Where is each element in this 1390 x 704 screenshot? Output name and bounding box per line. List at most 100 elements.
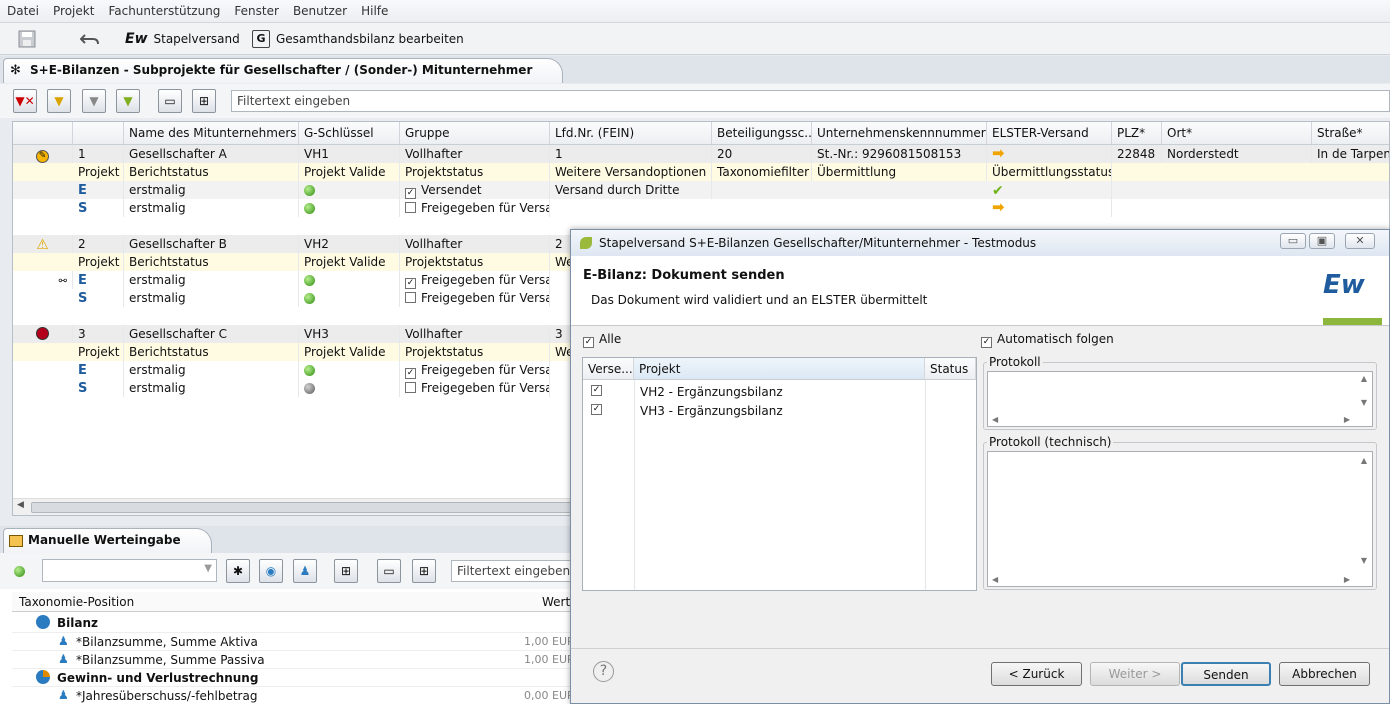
list-item[interactable]: Gewinn- und Verlustrechnung (12, 668, 582, 686)
menu-fenster[interactable]: Fenster (227, 0, 286, 18)
filter-apply-icon[interactable]: ▼ (116, 89, 140, 113)
stapelversand-button[interactable]: Ew Stapelversand (125, 27, 240, 51)
collapse-all-icon[interactable]: ▭ (377, 559, 401, 583)
scroll-left-icon[interactable]: ◀ (992, 415, 998, 424)
scroll-left-icon[interactable]: ◀ (992, 575, 998, 584)
list-item[interactable]: ♟ *Bilanzsumme, Summe Aktiva 1,00 EUR (12, 632, 582, 650)
value-dropdown[interactable]: ▼ (42, 559, 217, 582)
header-ukn[interactable]: Unternehmenskennnummern (812, 122, 987, 145)
scroll-up-icon[interactable]: ▲ (1361, 456, 1367, 465)
menu-benutzer[interactable]: Benutzer (286, 0, 354, 18)
col-taxonomie[interactable]: Taxonomie-Position (19, 595, 134, 609)
lower-filter-input[interactable]: Filtertext eingeben (451, 560, 581, 582)
expand-all-icon[interactable]: ⊞ (192, 89, 216, 113)
list-item[interactable]: Bilanz (12, 614, 582, 632)
collapse-all-icon[interactable]: ▭ (158, 89, 182, 113)
table-row[interactable]: E erstmalig ✓ Versendet Versand durch Dri… (13, 181, 1389, 199)
gesamthandsbilanz-button[interactable]: G Gesamthandsbilanz bearbeiten (252, 27, 464, 51)
cell-gruppe: Freigegeben für Versa... (421, 363, 550, 377)
menu-projekt[interactable]: Projekt (46, 0, 101, 18)
checkbox[interactable]: ✓ (405, 188, 416, 199)
header-name[interactable]: Name des Mitunternehmers (124, 122, 299, 145)
filter-edit-icon[interactable]: ▼ (47, 89, 71, 113)
dialog-titlebar[interactable]: Stapelversand S+E-Bilanzen Gesellschafte… (571, 230, 1389, 256)
col-wert[interactable]: Wert (542, 595, 570, 609)
close-icon[interactable]: ✕ (1345, 233, 1375, 249)
scroll-left-icon[interactable]: ◀ (17, 500, 24, 510)
header-nr[interactable] (73, 122, 124, 145)
view-tab-subprojekte[interactable]: ✻ S+E-Bilanzen - Subprojekte für Gesells… (3, 58, 564, 83)
table-row[interactable]: ✓ VH2 - Ergänzungsbilanz (583, 382, 976, 401)
checkbox[interactable] (405, 292, 416, 303)
menu-datei[interactable]: Datei (0, 0, 46, 18)
col-status[interactable]: Status (925, 358, 976, 380)
scroll-down-icon[interactable]: ▼ (1361, 398, 1367, 407)
col-versenden[interactable]: Verse... (583, 358, 634, 380)
scroll-right-icon[interactable]: ▶ (1344, 575, 1350, 584)
send-button[interactable]: Senden (1181, 662, 1271, 686)
table-row[interactable]: S erstmalig Freigegeben für Versa... ➡ (13, 199, 1389, 217)
undo-icon[interactable] (80, 27, 100, 51)
checkbox[interactable]: ✓ (591, 404, 602, 415)
filter-input[interactable]: Filtertext eingeben (231, 90, 1390, 112)
view-title: S+E-Bilanzen - Subprojekte für Gesellsch… (30, 63, 533, 77)
alle-checkbox[interactable]: ✓ Alle (583, 332, 621, 348)
view-tab-manuelle-werteingabe[interactable]: Manuelle Werteingabe (3, 528, 212, 553)
status-green-icon (304, 185, 315, 196)
table-row[interactable]: ✎ 1 Gesellschafter A VH1 Vollhafter 1 20… (13, 145, 1389, 163)
cell-nr: Projekt (73, 253, 124, 271)
cell-gruppe: Freigegeben für Versa... (421, 273, 550, 287)
add-window-icon[interactable]: ⊞ (334, 559, 358, 583)
back-button[interactable]: < Zurück (991, 662, 1082, 686)
list-item[interactable]: ♟ *Bilanzsumme, Summe Passiva 1,00 EUR (12, 650, 582, 668)
refresh-icon[interactable]: ◉ (259, 559, 283, 583)
cell-gruppe: Projektstatus (400, 163, 550, 181)
filter-clear-icon[interactable]: ▼✕ (13, 89, 37, 113)
header-gschluessel[interactable]: G-Schlüssel (299, 122, 400, 145)
scroll-right-icon[interactable]: ▶ (1344, 415, 1350, 424)
scroll-down-icon[interactable]: ▼ (1361, 556, 1367, 565)
checkbox[interactable] (405, 202, 416, 213)
cell-gruppe: Freigegeben für Versa... (421, 201, 550, 215)
table-row[interactable]: Projekt Berichtstatus Projekt Valide Pro… (13, 163, 1389, 181)
warning-icon: ⚠ (36, 237, 49, 253)
checkbox[interactable]: ✓ (405, 278, 416, 289)
projects-table: Verse... Projekt Status ✓ VH2 - Ergänzun… (582, 357, 977, 591)
header-gruppe[interactable]: Gruppe (400, 122, 550, 145)
auto-follow-checkbox[interactable]: ✓ Automatisch folgen (981, 332, 1114, 348)
checkbox[interactable] (405, 382, 416, 393)
header-status[interactable] (13, 122, 73, 145)
protokoll-tech-textarea[interactable]: ▲ ▼ ◀ ▶ (987, 451, 1373, 587)
bottle-icon[interactable]: ♟ (293, 559, 317, 583)
menu-hilfe[interactable]: Hilfe (354, 0, 395, 18)
checkbox[interactable]: ✓ (405, 368, 416, 379)
help-icon[interactable]: ? (593, 661, 614, 682)
expand-all-icon[interactable]: ⊞ (412, 559, 436, 583)
maximize-icon[interactable]: ▣ (1309, 233, 1335, 249)
next-button[interactable]: Weiter > (1090, 662, 1180, 686)
header-elster[interactable]: ELSTER-Versand (987, 122, 1112, 145)
col-projekt[interactable]: Projekt (634, 358, 925, 380)
menu-bar: Datei Projekt Fachunterstützung Fenster Benu… (0, 0, 1390, 23)
minimize-icon[interactable]: ▭ (1280, 233, 1306, 249)
list-item[interactable]: ♟ *Jahresüberschuss/-fehlbetrag 0,00 EUR (12, 686, 582, 704)
filter-disabled-icon[interactable]: ▼ (82, 89, 106, 113)
checkbox[interactable]: ✓ (583, 337, 594, 348)
header-ort[interactable]: Ort* (1162, 122, 1312, 145)
bottle-icon: ♟ (58, 634, 69, 648)
checkbox[interactable]: ✓ (981, 337, 992, 348)
checkbox[interactable]: ✓ (591, 385, 602, 396)
scroll-thumb[interactable] (31, 502, 571, 513)
asterisk-icon[interactable]: ✱ (226, 559, 250, 583)
header-plz[interactable]: PLZ* (1112, 122, 1162, 145)
table-row[interactable]: ✓ VH3 - Ergänzungsbilanz (583, 401, 976, 420)
save-icon[interactable] (18, 27, 36, 51)
header-strasse[interactable]: Straße* (1312, 122, 1389, 145)
menu-fachunterstuetzung[interactable]: Fachunterstützung (101, 0, 227, 18)
cell-nr: S (73, 379, 124, 397)
scroll-up-icon[interactable]: ▲ (1361, 374, 1367, 383)
cancel-button[interactable]: Abbrechen (1279, 662, 1370, 686)
header-beteiligung[interactable]: Beteiligungssc... (712, 122, 812, 145)
header-lfdnr[interactable]: Lfd.Nr. (FEIN) (550, 122, 712, 145)
protokoll-textarea[interactable]: ▲ ▼ ◀ ▶ (987, 371, 1373, 427)
